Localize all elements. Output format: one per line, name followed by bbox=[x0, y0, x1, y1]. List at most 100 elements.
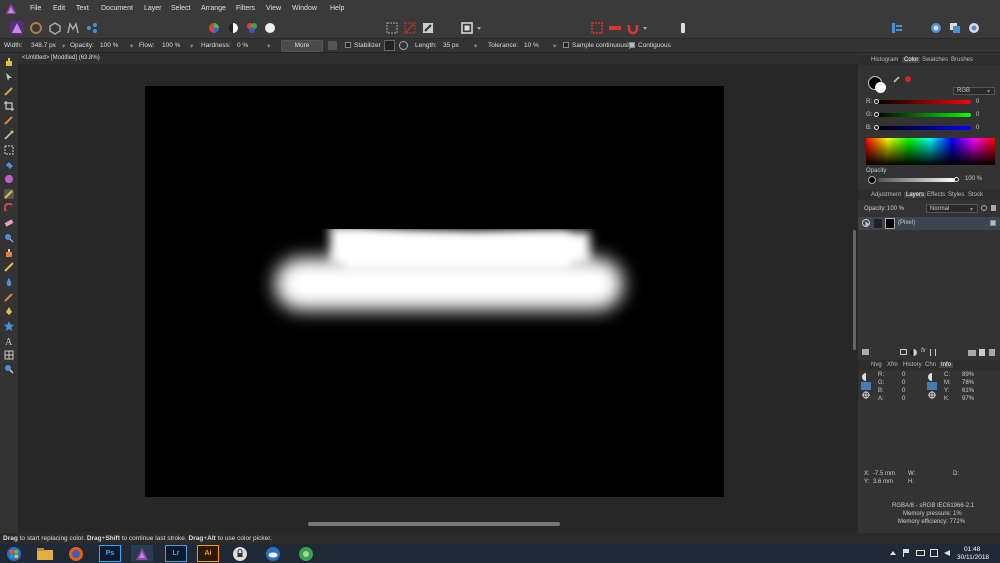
opacity-value[interactable]: 100 % bbox=[965, 176, 982, 182]
flag-icon[interactable] bbox=[903, 549, 910, 557]
flood-select-tool-icon[interactable] bbox=[4, 130, 14, 140]
green-slider[interactable] bbox=[876, 113, 971, 117]
quick-mask-icon[interactable] bbox=[460, 21, 474, 35]
fx-icon[interactable]: fx bbox=[921, 348, 926, 354]
photo-persona-icon[interactable] bbox=[10, 21, 24, 35]
layer-options-icon[interactable] bbox=[862, 349, 869, 355]
marquee-selection-icon[interactable] bbox=[385, 21, 399, 35]
menu-edit[interactable]: Edit bbox=[53, 5, 65, 12]
add-layer-icon[interactable] bbox=[979, 349, 985, 356]
tolerance-field[interactable]: 10 % bbox=[524, 42, 539, 49]
start-button[interactable] bbox=[3, 545, 25, 562]
flow-field[interactable]: 100 % bbox=[162, 42, 180, 49]
clone-brush-tool-icon[interactable] bbox=[4, 248, 14, 258]
blend-mode-select[interactable]: Normal ▾ bbox=[926, 204, 978, 213]
color-mode-select[interactable]: RGB ▾ bbox=[953, 87, 995, 95]
lock-icon[interactable] bbox=[991, 205, 996, 211]
menu-filters[interactable]: Filters bbox=[236, 5, 255, 12]
layer-name[interactable]: (Pixel) bbox=[898, 220, 915, 226]
shape-tool-icon[interactable] bbox=[4, 321, 14, 331]
contiguous-checkbox[interactable] bbox=[629, 42, 635, 48]
tab-navigator[interactable]: Nvg bbox=[871, 362, 882, 368]
opacity-slider[interactable] bbox=[878, 178, 956, 182]
red-slider[interactable] bbox=[876, 100, 971, 104]
tab-channels[interactable]: Chn bbox=[925, 362, 936, 368]
width-field[interactable]: 348.7 px bbox=[31, 42, 56, 49]
stabilizer-checkbox[interactable] bbox=[345, 42, 351, 48]
menu-file[interactable]: File bbox=[30, 5, 41, 12]
cloud-app-icon[interactable] bbox=[262, 545, 284, 562]
hand-tool-icon[interactable] bbox=[4, 57, 14, 67]
chevron-down-icon[interactable]: ▾ bbox=[190, 42, 193, 50]
selection-brush-tool-icon[interactable] bbox=[4, 115, 14, 125]
share-icon[interactable] bbox=[967, 21, 981, 35]
chevron-down-icon[interactable] bbox=[643, 27, 647, 30]
menu-layer[interactable]: Layer bbox=[144, 5, 162, 12]
erase-brush-tool-icon[interactable] bbox=[4, 218, 14, 228]
healing-brush-tool-icon[interactable] bbox=[4, 262, 14, 272]
layer-visibility-toggle[interactable] bbox=[862, 219, 870, 227]
adjustment-layer-icon[interactable] bbox=[910, 349, 917, 356]
red-value[interactable]: 0 bbox=[976, 99, 979, 105]
tab-info[interactable]: Info bbox=[939, 362, 954, 368]
blue-slider-knob[interactable] bbox=[874, 125, 879, 130]
tab-color[interactable]: Color bbox=[902, 57, 921, 63]
white-balance-icon[interactable] bbox=[263, 21, 277, 35]
clock-time[interactable]: 01:48 bbox=[964, 546, 980, 553]
tab-swatches[interactable]: Swatches bbox=[922, 57, 948, 63]
illustrator-icon[interactable]: Ai bbox=[197, 545, 219, 562]
pointer-icon[interactable] bbox=[927, 382, 937, 390]
assistant-icon[interactable] bbox=[676, 21, 690, 35]
tab-history[interactable]: History bbox=[903, 362, 922, 368]
menu-window[interactable]: Window bbox=[292, 5, 317, 12]
eyedropper-icon[interactable] bbox=[893, 75, 901, 83]
red-slider-knob[interactable] bbox=[874, 99, 879, 104]
tab-brushes[interactable]: Brushes bbox=[951, 57, 973, 63]
blue-slider[interactable] bbox=[876, 126, 971, 130]
color-picker-tool-icon[interactable] bbox=[4, 86, 14, 96]
firefox-icon[interactable] bbox=[65, 545, 87, 562]
menu-select[interactable]: Select bbox=[171, 5, 190, 12]
snapping-icon[interactable] bbox=[590, 21, 604, 35]
marquee-tool-icon[interactable] bbox=[4, 145, 14, 155]
hsl-icon[interactable] bbox=[245, 21, 259, 35]
more-button[interactable]: More bbox=[281, 40, 323, 52]
menu-text[interactable]: Text bbox=[76, 5, 89, 12]
window-mode-icon[interactable] bbox=[399, 41, 408, 50]
mask-layer-icon[interactable] bbox=[900, 349, 907, 355]
invert-selection-icon[interactable] bbox=[421, 21, 435, 35]
chat-icon[interactable] bbox=[929, 21, 943, 35]
smudge-brush-tool-icon[interactable] bbox=[4, 277, 14, 287]
document-tab[interactable]: <Untitled> [Modified] (63.8%) bbox=[22, 55, 100, 61]
crosshair-icon[interactable] bbox=[862, 391, 870, 399]
tab-transform[interactable]: Xfm bbox=[887, 362, 898, 368]
menu-view[interactable]: View bbox=[266, 5, 281, 12]
record-color-icon[interactable] bbox=[905, 76, 911, 82]
tab-stock[interactable]: Stock bbox=[968, 192, 983, 198]
record-icon[interactable] bbox=[608, 21, 622, 35]
opacity-slider-knob[interactable] bbox=[954, 177, 959, 182]
dodge-brush-tool-icon[interactable] bbox=[4, 233, 14, 243]
lightroom-icon[interactable]: Lr bbox=[165, 545, 187, 562]
delete-layer-icon[interactable] bbox=[989, 349, 995, 356]
color-replacement-brush-tool-icon[interactable] bbox=[3, 202, 14, 213]
security-app-icon[interactable] bbox=[229, 545, 251, 562]
brush-icon[interactable] bbox=[328, 41, 337, 50]
move-tool-icon[interactable] bbox=[4, 72, 14, 82]
mesh-warp-tool-icon[interactable] bbox=[4, 350, 14, 360]
chevron-down-icon[interactable]: ▾ bbox=[474, 42, 477, 50]
liquify-persona-icon[interactable] bbox=[29, 21, 43, 35]
export-persona-icon[interactable] bbox=[85, 21, 99, 35]
affinity-photo-logo[interactable] bbox=[5, 3, 17, 15]
live-filter-icon[interactable] bbox=[930, 349, 936, 356]
color-wheel-icon[interactable] bbox=[207, 21, 221, 35]
color-picker-mode-icon[interactable] bbox=[928, 373, 936, 381]
arrange-icon[interactable] bbox=[890, 21, 904, 35]
affinity-photo-icon[interactable] bbox=[131, 545, 153, 562]
crop-tool-icon[interactable] bbox=[4, 101, 14, 111]
menu-arrange[interactable]: Arrange bbox=[201, 5, 226, 12]
photoshop-icon[interactable]: Ps bbox=[99, 545, 121, 562]
tone-mapping-persona-icon[interactable] bbox=[66, 21, 80, 35]
secondary-color-swatch[interactable] bbox=[875, 82, 886, 93]
pointer-icon[interactable] bbox=[861, 382, 871, 390]
